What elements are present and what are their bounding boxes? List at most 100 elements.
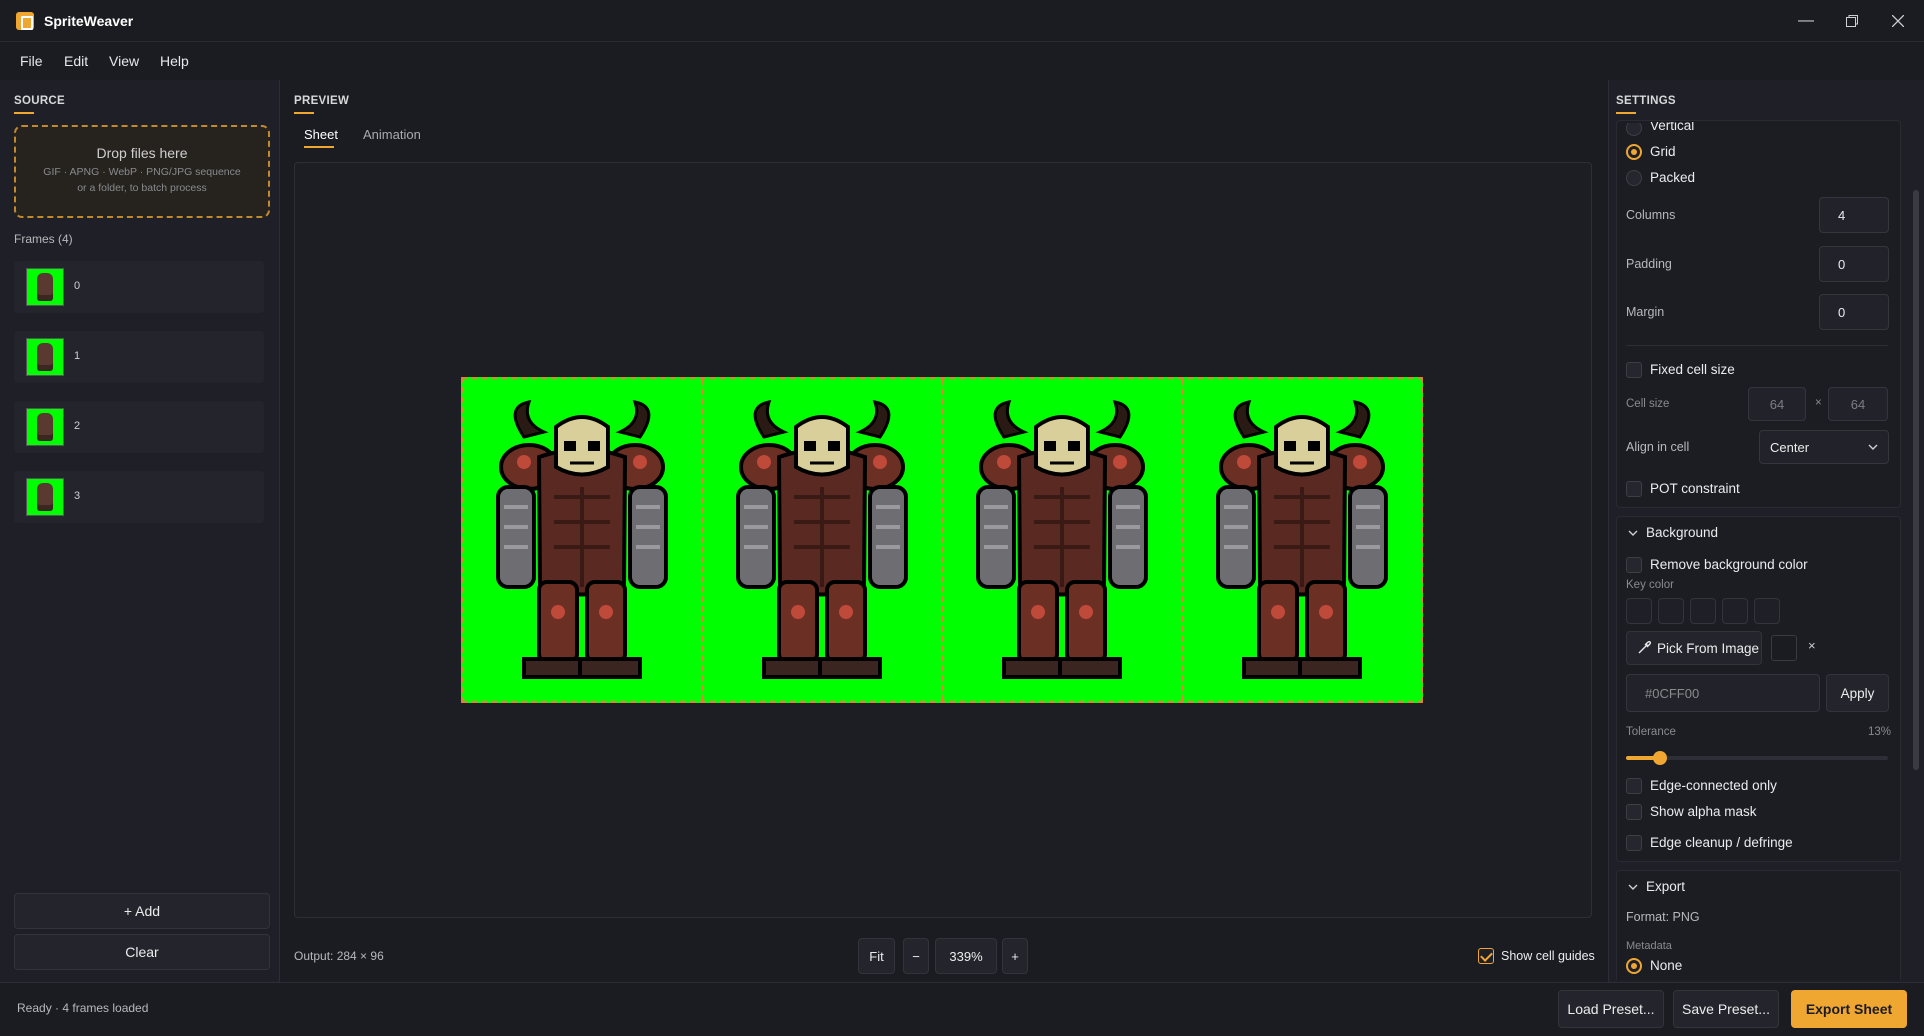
metadata-none-label: None (1650, 958, 1683, 973)
close-icon (1892, 15, 1904, 27)
remove-background-checkbox[interactable] (1626, 557, 1642, 573)
frame-index: 2 (74, 420, 81, 432)
sprite-frame (976, 400, 1148, 679)
add-frames-button[interactable]: + Add (14, 893, 270, 929)
pick-from-image-button[interactable]: Pick From Image (1626, 631, 1762, 665)
fit-button[interactable]: Fit (858, 938, 895, 974)
layout-grid-radio[interactable] (1626, 144, 1642, 160)
tolerance-slider-thumb[interactable] (1653, 751, 1668, 765)
margin-input[interactable]: 0 (1819, 294, 1889, 330)
hex-color-input[interactable]: #0CFF00 (1626, 674, 1820, 712)
fixed-cell-size-checkbox[interactable] (1626, 362, 1642, 378)
edge-connected-label: Edge-connected only (1650, 778, 1777, 793)
tab-sheet[interactable]: Sheet (304, 127, 338, 142)
sprite-sheet (461, 377, 1423, 703)
divider (1626, 345, 1888, 346)
picked-color-swatch[interactable] (1771, 635, 1797, 661)
key-color-swatch[interactable] (1690, 598, 1716, 624)
key-color-swatch[interactable] (1658, 598, 1684, 624)
chevron-down-icon (1868, 444, 1878, 450)
layout-packed-radio[interactable] (1626, 170, 1642, 186)
export-sheet-button[interactable]: Export Sheet (1791, 990, 1907, 1028)
status-text: Ready · 4 frames loaded (17, 1001, 149, 1015)
defringe-checkbox[interactable] (1626, 835, 1642, 851)
menu-help[interactable]: Help (160, 53, 189, 69)
apply-color-button[interactable]: Apply (1826, 674, 1889, 712)
align-select-value: Center (1770, 439, 1810, 455)
show-alpha-mask-checkbox[interactable] (1626, 804, 1642, 820)
menu-file[interactable]: File (20, 53, 43, 69)
settings-scrollbar[interactable] (1913, 190, 1919, 770)
title-bar (0, 0, 1924, 42)
metadata-none-radio[interactable] (1626, 958, 1642, 974)
frame-index: 1 (74, 350, 81, 362)
preview-title-underline (294, 112, 314, 114)
cell-size-label: Cell size (1626, 398, 1670, 410)
minimize-icon: — (1798, 12, 1814, 29)
export-section-title[interactable]: Export (1646, 879, 1685, 894)
cell-size-times: × (1815, 397, 1822, 409)
frame-item[interactable]: 0 (14, 261, 264, 313)
pot-constraint-label: POT constraint (1650, 481, 1740, 496)
cell-height-input[interactable]: 64 (1828, 387, 1888, 421)
frames-label: Frames (4) (14, 232, 73, 246)
padding-label: Padding (1626, 257, 1672, 271)
frame-index: 3 (74, 490, 81, 502)
pot-constraint-checkbox[interactable] (1626, 481, 1642, 497)
tolerance-label: Tolerance (1626, 726, 1676, 738)
align-in-cell-label: Align in cell (1626, 440, 1690, 454)
settings-title: SETTINGS (1616, 95, 1676, 107)
background-section-title[interactable]: Background (1646, 525, 1718, 540)
menu-edit[interactable]: Edit (64, 53, 88, 69)
sprite-frame (496, 400, 668, 679)
source-title: SOURCE (14, 95, 66, 107)
frame-thumbnail (26, 478, 64, 516)
clear-frames-button[interactable]: Clear (14, 934, 270, 970)
zoom-out-button[interactable]: − (903, 938, 929, 974)
drop-zone[interactable]: Drop files here GIF · APNG · WebP · PNG/… (14, 125, 270, 218)
cell-width-input[interactable]: 64 (1748, 387, 1806, 421)
edge-connected-checkbox[interactable] (1626, 778, 1642, 794)
sheet-cell (463, 379, 703, 701)
save-preset-button[interactable]: Save Preset... (1673, 990, 1779, 1028)
export-format: Format: PNG (1626, 910, 1700, 924)
sprite-frame (1216, 400, 1388, 679)
dropzone-batch-hint: or a folder, to batch process (77, 182, 207, 194)
frame-item[interactable]: 3 (14, 471, 264, 523)
tab-animation[interactable]: Animation (363, 127, 421, 142)
menu-view[interactable]: View (109, 53, 139, 69)
padding-input[interactable]: 0 (1819, 246, 1889, 282)
settings-title-underline (1616, 112, 1636, 114)
key-color-swatch[interactable] (1626, 598, 1652, 624)
columns-input[interactable]: 4 (1819, 197, 1889, 233)
columns-label: Columns (1626, 208, 1676, 222)
fixed-cell-size-label: Fixed cell size (1650, 362, 1735, 377)
frame-item[interactable]: 1 (14, 331, 264, 383)
pick-from-image-label: Pick From Image (1657, 640, 1760, 656)
close-button[interactable] (1876, 0, 1920, 42)
frame-item[interactable]: 2 (14, 401, 264, 453)
dropzone-main-text: Drop files here (96, 145, 188, 161)
restore-button[interactable] (1830, 0, 1874, 42)
sheet-cell (1183, 379, 1421, 701)
zoom-level[interactable]: 339% (935, 938, 997, 974)
layout-grid-label: Grid (1650, 144, 1676, 159)
show-cell-guides-checkbox[interactable] (1478, 948, 1494, 964)
chevron-down-icon[interactable] (1628, 530, 1638, 536)
minimize-button[interactable]: — (1784, 0, 1828, 42)
chevron-down-icon[interactable] (1628, 884, 1638, 890)
menu-bar (0, 42, 1924, 80)
align-select[interactable]: Center (1759, 430, 1889, 464)
zoom-in-button[interactable]: + (1002, 938, 1028, 974)
app-logo-icon (16, 12, 34, 30)
key-color-swatch[interactable] (1722, 598, 1748, 624)
clear-picked-color-button[interactable]: × (1808, 638, 1816, 653)
tolerance-value: 13% (1868, 726, 1892, 738)
key-color-swatch[interactable] (1754, 598, 1780, 624)
eyedropper-icon (1638, 641, 1651, 654)
sprite-frame (736, 400, 908, 679)
source-title-underline (14, 112, 34, 114)
remove-background-label: Remove background color (1650, 557, 1808, 572)
load-preset-button[interactable]: Load Preset... (1558, 990, 1664, 1028)
frame-index: 0 (74, 280, 81, 292)
